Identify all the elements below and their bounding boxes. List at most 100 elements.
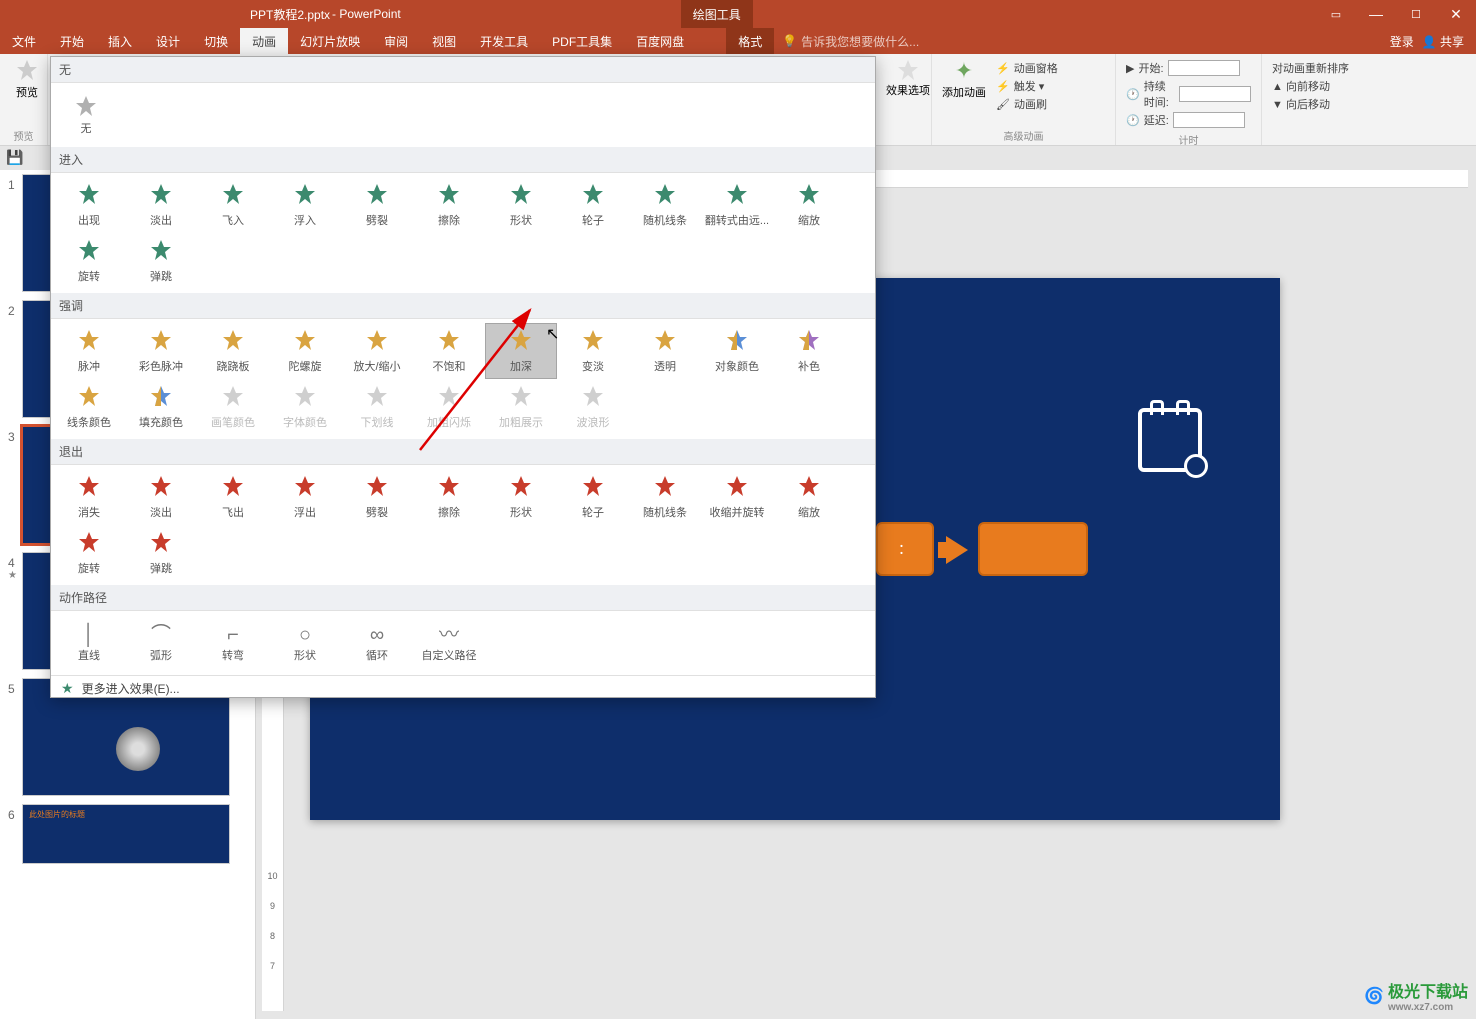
- yellow-star-icon: [437, 328, 461, 356]
- anim-entrance-item[interactable]: 缩放: [773, 177, 845, 233]
- yellow-star-icon: [149, 384, 173, 412]
- anim-exit-item[interactable]: 淡出: [125, 469, 197, 525]
- calendar-clock-shape[interactable]: [1138, 408, 1202, 472]
- anim-entrance-item[interactable]: 形状: [485, 177, 557, 233]
- tab-design[interactable]: 设计: [144, 28, 192, 54]
- tab-home[interactable]: 开始: [48, 28, 96, 54]
- slide-thumbnail-6[interactable]: 此处图片的标题: [22, 804, 230, 864]
- anim-motion-item[interactable]: ⌒弧形: [125, 615, 197, 671]
- anim-entrance-item[interactable]: 劈裂: [341, 177, 413, 233]
- anim-entrance-item[interactable]: 翻转式由远...: [701, 177, 773, 233]
- tab-slideshow[interactable]: 幻灯片放映: [288, 28, 372, 54]
- share-button[interactable]: 👤 共享: [1422, 33, 1464, 50]
- tab-developer[interactable]: 开发工具: [468, 28, 540, 54]
- duration-input[interactable]: [1179, 86, 1251, 102]
- yellow-star-icon: [653, 328, 677, 356]
- anim-emphasis-item[interactable]: 陀螺旋: [269, 323, 341, 379]
- tab-format[interactable]: 格式: [726, 28, 774, 54]
- anim-exit-item[interactable]: 擦除: [413, 469, 485, 525]
- anim-entrance-item[interactable]: 随机线条: [629, 177, 701, 233]
- anim-motion-item[interactable]: 〰自定义路径: [413, 615, 485, 671]
- tab-baidu-netdisk[interactable]: 百度网盘: [624, 28, 696, 54]
- anim-emphasis-item[interactable]: 加深: [485, 323, 557, 379]
- yellow-star-icon: [581, 328, 605, 356]
- delay-input[interactable]: [1173, 112, 1245, 128]
- anim-exit-item[interactable]: 消失: [53, 469, 125, 525]
- tab-view[interactable]: 视图: [420, 28, 468, 54]
- portrait-image: [116, 727, 160, 771]
- motion-path-icon: │: [83, 623, 96, 645]
- start-input[interactable]: [1168, 60, 1240, 76]
- red-star-icon: [77, 530, 101, 558]
- anim-motion-item[interactable]: ⌐转弯: [197, 615, 269, 671]
- login-button[interactable]: 登录: [1390, 33, 1414, 50]
- slide-number: 3: [8, 426, 22, 444]
- add-animation-button[interactable]: ✦ 添加动画: [938, 58, 990, 114]
- anim-emphasis-item[interactable]: 透明: [629, 323, 701, 379]
- anim-none[interactable]: 无: [53, 87, 119, 143]
- play-icon: ▶: [1126, 62, 1134, 75]
- anim-exit-item[interactable]: 浮出: [269, 469, 341, 525]
- anim-emphasis-item[interactable]: 脉冲: [53, 323, 125, 379]
- tab-animations[interactable]: 动画: [240, 28, 288, 54]
- animation-pane-button[interactable]: ⚡动画窗格: [996, 60, 1058, 76]
- anim-emphasis-item[interactable]: 补色: [773, 323, 845, 379]
- move-earlier-button[interactable]: ▲ 向前移动: [1272, 78, 1362, 94]
- tab-transitions[interactable]: 切换: [192, 28, 240, 54]
- anim-exit-item[interactable]: 旋转: [53, 525, 125, 581]
- effect-options-button[interactable]: 效果选项: [884, 58, 932, 98]
- section-motion-header: 动作路径: [51, 585, 875, 611]
- tab-pdf-tools[interactable]: PDF工具集: [540, 28, 624, 54]
- tab-review[interactable]: 审阅: [372, 28, 420, 54]
- anim-entrance-item[interactable]: 出现: [53, 177, 125, 233]
- anim-emphasis-item: 波浪形: [557, 379, 629, 435]
- anim-emphasis-item[interactable]: 不饱和: [413, 323, 485, 379]
- delay-icon: 🕐: [1126, 114, 1140, 127]
- anim-exit-item[interactable]: 弹跳: [125, 525, 197, 581]
- orange-box-2[interactable]: [978, 522, 1088, 576]
- anim-emphasis-item[interactable]: 放大/缩小: [341, 323, 413, 379]
- orange-arrow-shape[interactable]: [946, 536, 968, 564]
- anim-motion-item[interactable]: ∞循环: [341, 615, 413, 671]
- anim-exit-item[interactable]: 劈裂: [341, 469, 413, 525]
- anim-entrance-item[interactable]: 擦除: [413, 177, 485, 233]
- tab-insert[interactable]: 插入: [96, 28, 144, 54]
- anim-emphasis-item[interactable]: 彩色脉冲: [125, 323, 197, 379]
- anim-motion-item[interactable]: │直线: [53, 615, 125, 671]
- section-none-header: 无: [51, 57, 875, 83]
- anim-entrance-item[interactable]: 浮入: [269, 177, 341, 233]
- anim-entrance-item[interactable]: 弹跳: [125, 233, 197, 289]
- anim-exit-item[interactable]: 缩放: [773, 469, 845, 525]
- tell-me-search[interactable]: 💡 告诉我您想要做什么...: [782, 33, 919, 50]
- motion-path-icon: 〰: [439, 623, 459, 645]
- anim-motion-item[interactable]: ○形状: [269, 615, 341, 671]
- red-star-icon: [581, 474, 605, 502]
- anim-emphasis-item[interactable]: 对象颜色: [701, 323, 773, 379]
- anim-entrance-item[interactable]: 旋转: [53, 233, 125, 289]
- anim-entrance-item[interactable]: 淡出: [125, 177, 197, 233]
- anim-exit-item[interactable]: 收缩并旋转: [701, 469, 773, 525]
- anim-emphasis-item[interactable]: 变淡: [557, 323, 629, 379]
- anim-emphasis-item[interactable]: 填充颜色: [125, 379, 197, 435]
- animation-painter-button[interactable]: 🖌动画刷: [996, 96, 1058, 112]
- close-button[interactable]: ✕: [1436, 0, 1476, 28]
- orange-box-1[interactable]: ：: [876, 522, 934, 576]
- anim-entrance-item[interactable]: 飞入: [197, 177, 269, 233]
- anim-emphasis-item[interactable]: 跷跷板: [197, 323, 269, 379]
- document-filename: PPT教程2.pptx: [250, 6, 330, 23]
- tab-file[interactable]: 文件: [0, 28, 48, 54]
- minimize-button[interactable]: —: [1356, 0, 1396, 28]
- anim-exit-item[interactable]: 形状: [485, 469, 557, 525]
- anim-exit-item[interactable]: 飞出: [197, 469, 269, 525]
- more-entrance-effects[interactable]: ★更多进入效果(E)...: [51, 676, 875, 698]
- trigger-button[interactable]: ⚡触发 ▾: [996, 78, 1058, 94]
- move-later-button[interactable]: ▼ 向后移动: [1272, 96, 1362, 112]
- ribbon-display-options-icon[interactable]: ▭: [1316, 0, 1356, 28]
- anim-exit-item[interactable]: 轮子: [557, 469, 629, 525]
- save-icon[interactable]: 💾: [6, 149, 24, 167]
- preview-button[interactable]: 预览: [6, 58, 48, 100]
- anim-exit-item[interactable]: 随机线条: [629, 469, 701, 525]
- maximize-button[interactable]: ☐: [1396, 0, 1436, 28]
- anim-entrance-item[interactable]: 轮子: [557, 177, 629, 233]
- anim-emphasis-item[interactable]: 线条颜色: [53, 379, 125, 435]
